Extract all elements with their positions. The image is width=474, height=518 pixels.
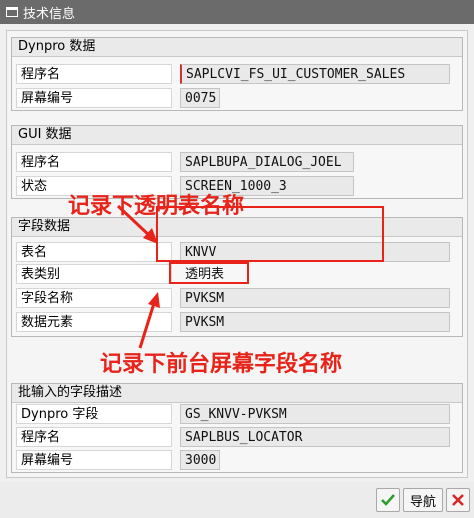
annotation-arrows <box>116 204 160 349</box>
navigate-button[interactable]: 导航 <box>403 488 443 512</box>
check-icon <box>381 494 395 506</box>
arrow-field-line <box>138 299 157 349</box>
x-icon <box>452 494 464 506</box>
annotation-table-note: 记录下透明表名称 <box>68 194 245 219</box>
arrow-field-head <box>148 292 160 308</box>
button-bar: 导航 <box>0 482 474 518</box>
annotation-field-note: 记录下前台屏幕字段名称 <box>100 352 343 377</box>
cancel-button[interactable] <box>446 488 470 512</box>
confirm-button[interactable] <box>376 488 400 512</box>
